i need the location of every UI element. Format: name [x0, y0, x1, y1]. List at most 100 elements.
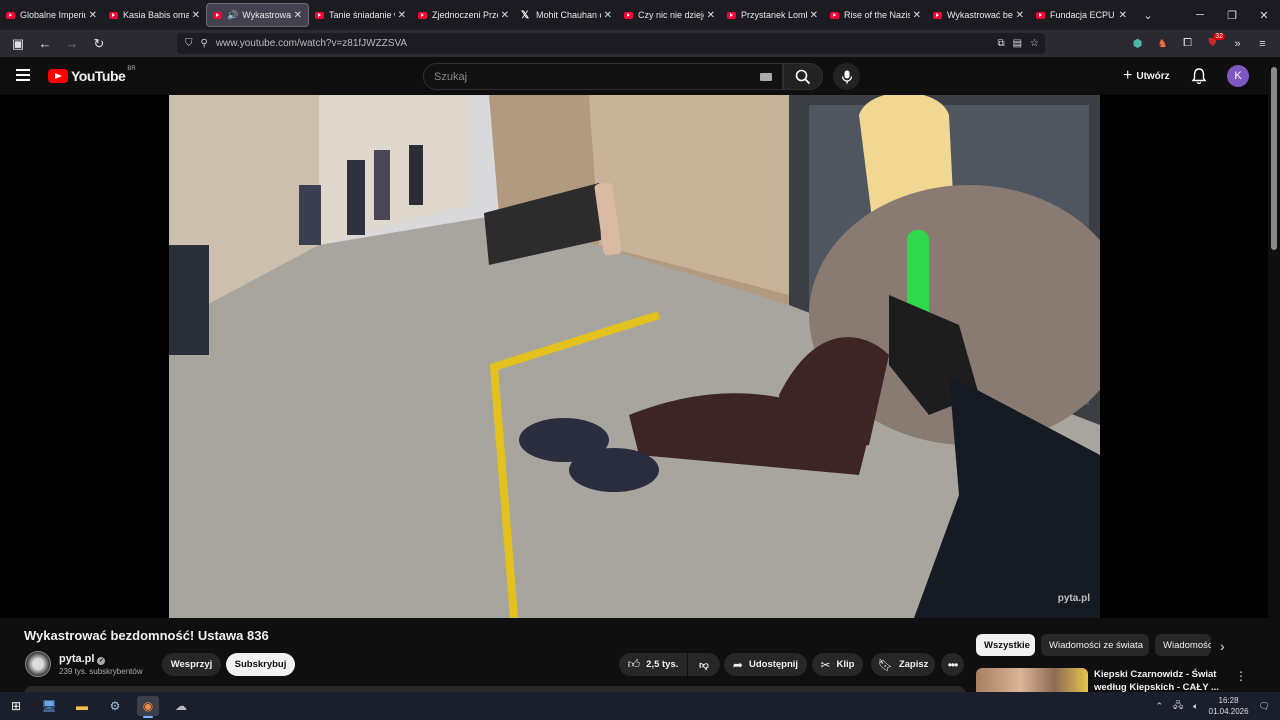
youtube-icon: [933, 11, 942, 19]
scrollbar-thumb[interactable]: [1271, 67, 1277, 250]
sidebar-toggle-icon[interactable]: ▣: [6, 32, 30, 56]
youtube-play-icon: [48, 69, 68, 83]
share-button[interactable]: ➦ Udostępnij: [724, 653, 807, 676]
youtube-icon: [315, 11, 324, 19]
tab-3-active[interactable]: 🔊 Wykastrować ✕: [206, 3, 309, 27]
volume-icon[interactable]: 🔈︎: [1193, 701, 1198, 712]
forward-icon[interactable]: →: [60, 32, 84, 56]
recommended-title[interactable]: Kiepski Czarnowidz - Świat według Kiepsk…: [1094, 668, 1219, 694]
shield-icon[interactable]: ⛉: [185, 38, 193, 49]
scissors-icon: ✂: [820, 657, 831, 672]
close-tab-icon[interactable]: ✕: [398, 10, 406, 21]
search-input[interactable]: Szukaj: [423, 63, 783, 90]
list-all-tabs-icon[interactable]: ⌄: [1133, 9, 1163, 22]
notifications-bell-icon[interactable]: [1190, 67, 1208, 85]
tab-6[interactable]: 𝕏Mohit Chauhan on✕: [515, 3, 618, 27]
minimize-icon[interactable]: ─: [1184, 0, 1216, 30]
address-bar[interactable]: ⛉ ⚲ www.youtube.com/watch?v=z81fJWZZSVA …: [177, 33, 1045, 54]
file-explorer-icon[interactable]: ▬: [71, 696, 93, 716]
chip-world-news[interactable]: Wiadomości ze świata: [1041, 634, 1149, 656]
channel-name[interactable]: pyta.pl ✓: [59, 653, 106, 665]
page-scrollbar[interactable]: [1268, 57, 1280, 720]
system-tray: ⌃ 🖧︎ 🔈︎ 16:28 01.04.2026 🗨︎: [1156, 695, 1270, 717]
close-tab-icon[interactable]: ✕: [192, 10, 200, 21]
subscribe-button[interactable]: Subskrybuj: [226, 653, 295, 676]
speaker-icon[interactable]: 🔊: [227, 10, 238, 21]
window-controls: ─ ❐ ✕: [1184, 0, 1280, 30]
tab-11[interactable]: Fundacja ECPU Po✕: [1030, 3, 1133, 27]
voice-search-button[interactable]: [833, 63, 860, 90]
network-icon[interactable]: 🖧︎: [1173, 698, 1183, 714]
notifications-icon[interactable]: 🗨︎: [1259, 701, 1270, 712]
close-tab-icon[interactable]: ✕: [89, 10, 97, 21]
chevron-right-icon[interactable]: ›: [1220, 638, 1225, 654]
video-player[interactable]: pyta.pl: [0, 95, 1268, 618]
tab-1[interactable]: Globalne Imperium✕: [0, 3, 103, 27]
hamburger-menu-icon[interactable]: [16, 69, 30, 81]
app-menu-icon[interactable]: ≡: [1250, 38, 1275, 50]
tab-7[interactable]: Czy nic nie dzieje ✕: [618, 3, 721, 27]
save-button[interactable]: 🔖︎ Zapisz: [871, 653, 935, 676]
bookmark-star-icon[interactable]: ☆: [1030, 38, 1039, 49]
clip-button[interactable]: ✂ Klip: [812, 653, 863, 676]
back-icon[interactable]: ←: [33, 32, 57, 56]
keyboard-icon[interactable]: [760, 72, 772, 81]
search-button[interactable]: [783, 63, 823, 90]
picture-in-picture-icon[interactable]: ⧉: [997, 38, 1004, 49]
close-tab-icon[interactable]: ✕: [810, 10, 818, 21]
video-frame-illustration: [169, 95, 1100, 618]
close-tab-icon[interactable]: ✕: [707, 10, 715, 21]
close-tab-icon[interactable]: ✕: [1016, 10, 1024, 21]
tray-chevron-icon[interactable]: ⌃: [1156, 701, 1164, 712]
chip-news[interactable]: Wiadomości: [1155, 634, 1211, 656]
microphone-icon: [841, 70, 852, 83]
dislike-button[interactable]: 👎︎: [688, 653, 720, 676]
url-text[interactable]: www.youtube.com/watch?v=z81fJWZZSVA: [216, 38, 407, 49]
reload-icon[interactable]: ↻: [87, 32, 111, 56]
restore-icon[interactable]: ❐: [1216, 0, 1248, 30]
windows-start-icon[interactable]: ⊞: [5, 696, 27, 716]
extensions-area: ⬢ ♞ ⧠ ⛊ 32 » ≡: [1125, 33, 1275, 54]
tab-10[interactable]: Wykastrować bez ✕: [927, 3, 1030, 27]
close-tab-icon[interactable]: ✕: [294, 10, 302, 21]
thumbs-down-icon: 👎︎: [699, 659, 709, 671]
support-button[interactable]: Wesprzyj: [162, 653, 221, 676]
tab-8[interactable]: Przystanek Lomba✕: [721, 3, 824, 27]
close-tab-icon[interactable]: ✕: [501, 10, 509, 21]
close-tab-icon[interactable]: ✕: [604, 10, 612, 21]
create-button[interactable]: + Utwórz: [1115, 64, 1178, 88]
account-avatar[interactable]: K: [1227, 65, 1249, 87]
permissions-icon[interactable]: ⚲: [201, 38, 208, 49]
app-icon[interactable]: ☁: [170, 696, 192, 716]
tab-9[interactable]: Rise of the Nazis a✕: [824, 3, 927, 27]
tab-5[interactable]: Zjednoczeni Przec✕: [412, 3, 515, 27]
steam-icon[interactable]: ⚙: [104, 696, 126, 716]
close-tab-icon[interactable]: ✕: [1119, 10, 1127, 21]
share-arrow-icon: ➦: [732, 657, 743, 672]
close-window-icon[interactable]: ✕: [1248, 0, 1280, 30]
fox-extension-icon[interactable]: ♞: [1150, 37, 1175, 50]
overflow-chevron-icon[interactable]: »: [1225, 38, 1250, 50]
like-button[interactable]: 👍︎ 2,5 tys.: [619, 653, 687, 676]
subscriber-count: 239 tys. subskrybentów: [59, 667, 143, 676]
ublock-extension-icon[interactable]: ⛊ 32: [1200, 33, 1225, 50]
firefox-icon[interactable]: ◉: [137, 696, 159, 718]
close-tab-icon[interactable]: ✕: [913, 10, 921, 21]
chip-all[interactable]: Wszystkie: [976, 634, 1035, 656]
monitor-app-icon[interactable]: 🖥︎: [38, 696, 60, 716]
plus-icon: +: [1123, 67, 1133, 84]
video-title: Wykastrować bezdomność! Ustawa 836: [24, 628, 269, 643]
extensions-puzzle-icon[interactable]: ⧠: [1175, 37, 1200, 50]
vpn-extension-icon[interactable]: ⬢: [1125, 37, 1150, 50]
more-vert-icon[interactable]: ⋮: [1235, 669, 1247, 683]
more-actions-icon[interactable]: •••: [941, 653, 964, 676]
video-frame[interactable]: pyta.pl: [169, 95, 1100, 618]
youtube-logo[interactable]: YouTube BR: [48, 66, 136, 84]
clock[interactable]: 16:28 01.04.2026: [1209, 695, 1249, 717]
reader-view-icon[interactable]: ▤: [1013, 38, 1022, 49]
tab-2[interactable]: Kasia Babis omaw✕: [103, 3, 206, 27]
channel-avatar[interactable]: [25, 651, 51, 677]
youtube-icon: [213, 11, 222, 19]
bookmark-icon: 🔖︎: [877, 657, 893, 672]
tab-4[interactable]: Tanie śniadanie w ✕: [309, 3, 412, 27]
